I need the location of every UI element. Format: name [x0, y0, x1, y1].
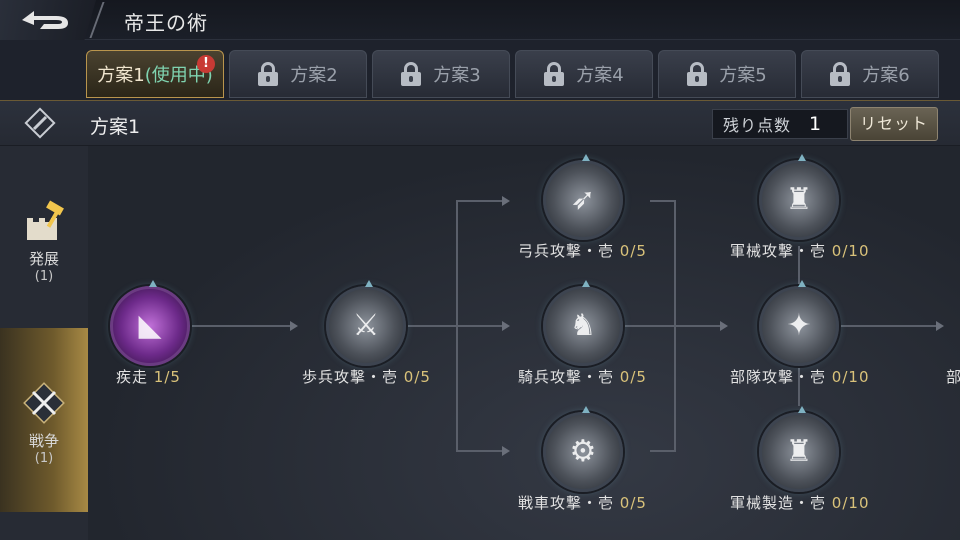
arrow-icon	[936, 321, 944, 331]
connector-line	[840, 325, 936, 327]
skill-label: 軍械製造・壱 0/10	[730, 494, 870, 512]
siege-tower-icon: ♜	[785, 182, 813, 217]
tab-label: 方案4	[576, 65, 624, 86]
skill-node-cavalry[interactable]: ♞	[543, 280, 623, 366]
arrow-icon	[502, 321, 510, 331]
back-button[interactable]	[0, 0, 96, 40]
arrow-icon	[502, 446, 510, 456]
connector-line	[456, 450, 504, 452]
skill-label: 部隊攻撃・壱 0/10	[730, 368, 870, 386]
plan-header: 方案1 残り点数 1 リセット	[0, 100, 960, 146]
skill-tree: ◣ 疾走 1/5 ⚔ 歩兵攻撃・壱 0/5 ➶ 弓兵攻撃・壱 0/5 ♞ 騎兵攻…	[88, 146, 960, 540]
cavalry-icon: ♞	[569, 308, 597, 343]
alert-badge-icon: !	[197, 55, 215, 73]
boot-icon: ◣	[138, 308, 162, 343]
skill-node-chariot[interactable]: ⚙	[543, 406, 623, 492]
lock-icon	[687, 62, 708, 86]
sidebar-label: 戦争	[28, 432, 59, 450]
tab-label: 方案5	[719, 65, 767, 86]
connector-line	[676, 325, 720, 327]
skill-node-infantry[interactable]: ⚔	[326, 280, 406, 366]
connector-line	[650, 200, 674, 202]
tab-plan-1[interactable]: 方案1 (使用中) !	[86, 50, 224, 98]
tab-plan-3[interactable]: 方案3	[372, 50, 510, 98]
sidebar-item-develop[interactable]: 発展 (1)	[0, 196, 88, 296]
tab-plan-2[interactable]: 方案2	[229, 50, 367, 98]
plan-tabs: 方案1 (使用中) ! 方案2 方案3 方案4 方案5 方案6	[86, 50, 939, 100]
skill-node-troop-attack[interactable]: ✦	[759, 280, 839, 366]
reset-button[interactable]: リセット	[850, 107, 938, 141]
tab-label: 方案6	[862, 65, 910, 86]
arrow-icon	[502, 196, 510, 206]
connector-line	[622, 325, 676, 327]
skill-node-archer[interactable]: ➶	[543, 154, 623, 240]
skill-node-siege-attack[interactable]: ♜	[759, 154, 839, 240]
skill-node-siege-build[interactable]: ♜	[759, 406, 839, 492]
troop-blade-icon: ✦	[786, 308, 812, 343]
tab-label: 方案2	[290, 65, 338, 86]
tab-plan-5[interactable]: 方案5	[658, 50, 796, 98]
skill-label: 戦車攻撃・壱 0/5	[518, 494, 647, 512]
lock-icon	[830, 62, 851, 86]
sidebar-label: 発展	[28, 250, 59, 268]
connector-line	[456, 200, 504, 202]
skill-label: 軍械攻撃・壱 0/10	[730, 242, 870, 260]
hammer-castle-icon	[27, 200, 64, 240]
crossed-swords-icon	[23, 382, 65, 424]
lock-icon	[401, 62, 422, 86]
skill-label: 疾走 1/5	[116, 368, 181, 386]
page-title: 帝王の術	[124, 11, 208, 35]
back-arrow-icon	[22, 11, 68, 29]
lock-icon	[258, 62, 279, 86]
skill-node-sprint[interactable]: ◣	[110, 280, 190, 366]
title-bar: 帝王の術	[0, 0, 960, 40]
arrow-icon	[290, 321, 298, 331]
archer-icon: ➶	[570, 182, 596, 217]
infantry-icon: ⚔	[352, 308, 380, 343]
tab-label: 方案1	[97, 65, 145, 86]
sidebar-count: (1)	[34, 269, 54, 284]
connector-line	[650, 450, 674, 452]
points-value: 1	[809, 113, 822, 135]
skill-label: 弓兵攻撃・壱 0/5	[518, 242, 647, 260]
siege-build-icon: ♜	[785, 434, 813, 469]
arrow-icon	[720, 321, 728, 331]
sidebar-count: (1)	[34, 451, 54, 466]
plan-name: 方案1	[90, 116, 141, 138]
points-label: 残り点数	[723, 116, 792, 135]
remaining-points: 残り点数 1	[712, 109, 848, 139]
skill-label: 騎兵攻撃・壱 0/5	[518, 368, 647, 386]
tab-plan-4[interactable]: 方案4	[515, 50, 653, 98]
tab-label: 方案3	[433, 65, 481, 86]
connector-line	[188, 325, 292, 327]
cannon-icon: ⚙	[569, 434, 597, 469]
rename-edit-icon[interactable]	[24, 107, 56, 139]
category-sidebar: 発展 (1) 戦争 (1)	[0, 146, 88, 540]
lock-icon	[544, 62, 565, 86]
sidebar-item-war[interactable]: 戦争 (1)	[0, 328, 88, 512]
skill-label: 歩兵攻撃・壱 0/5	[302, 368, 431, 386]
skill-label-partial: 部	[946, 368, 960, 386]
connector-line	[456, 325, 504, 327]
tab-plan-6[interactable]: 方案6	[801, 50, 939, 98]
connector-line	[404, 325, 456, 327]
